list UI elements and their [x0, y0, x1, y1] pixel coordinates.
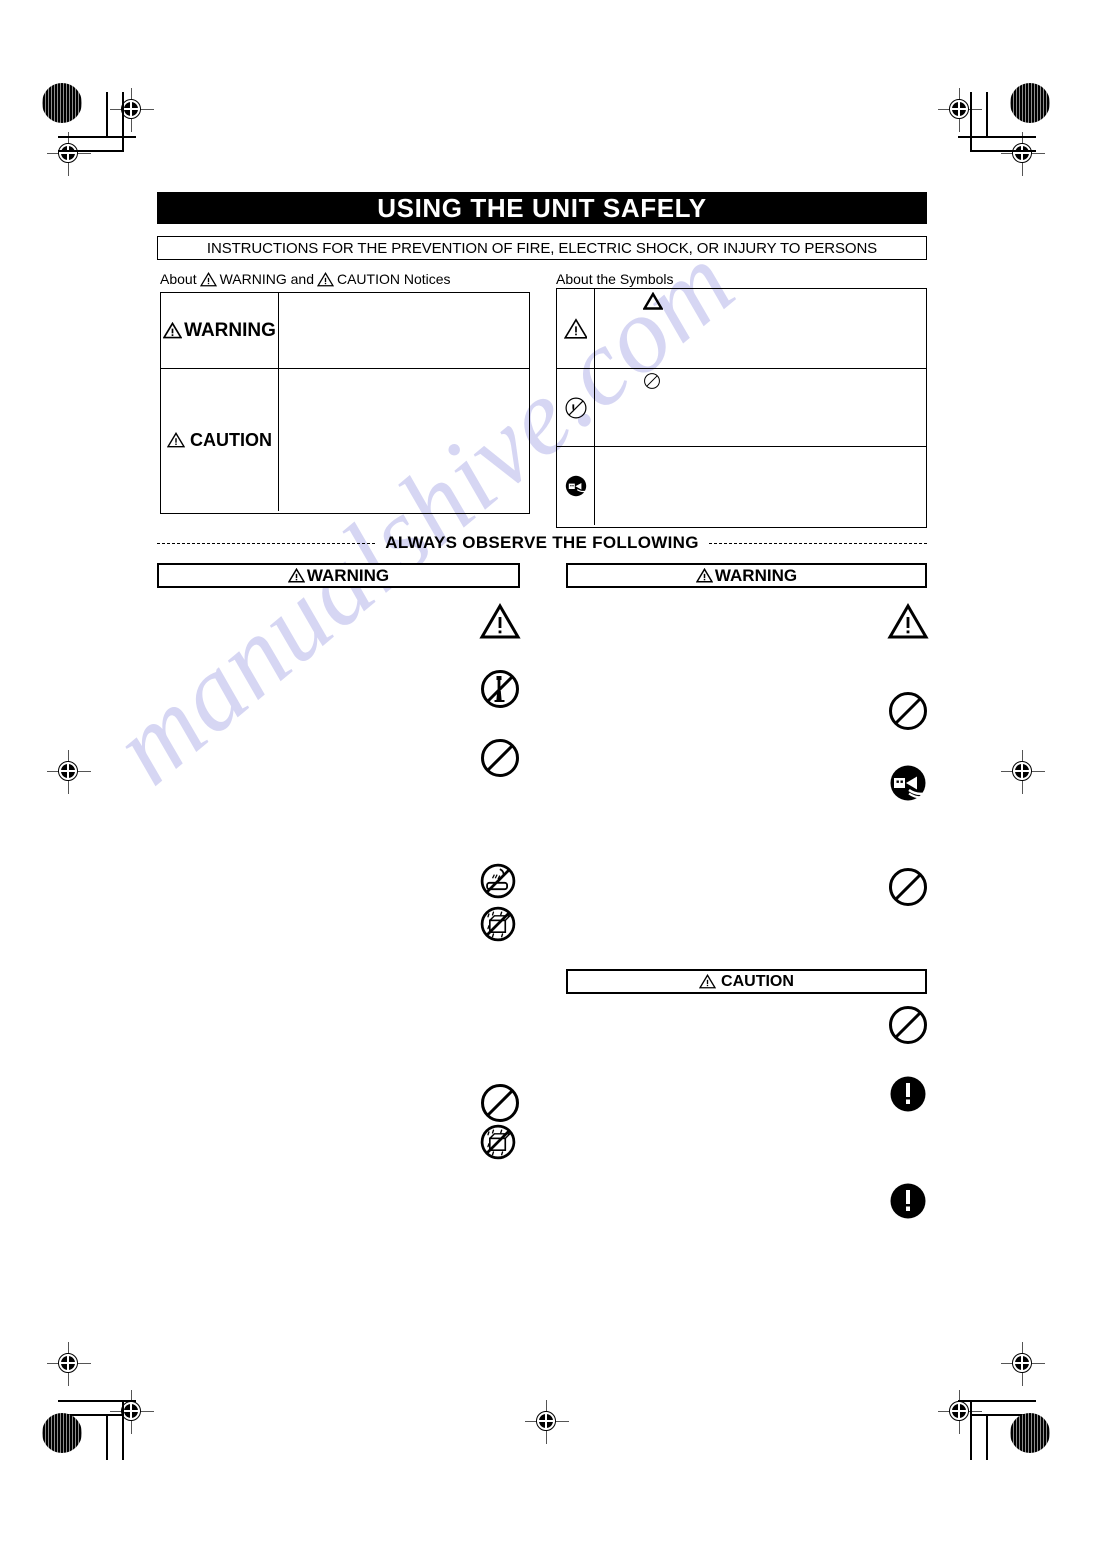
no-disassemble-icon [564, 396, 588, 420]
symbols-key-cell-prohibition [557, 369, 595, 446]
notices-caption: About WARNING and CAUTION Notices [160, 271, 451, 287]
registration-target-bottom-left-b [110, 1390, 154, 1434]
warning-triangle-icon [199, 271, 217, 287]
divider-dash-right [708, 542, 927, 544]
registration-target-top-left-a [110, 88, 154, 132]
no-bathroom-water-icon [478, 861, 518, 901]
notices-body-cell-caution [279, 369, 529, 511]
registration-target-middle-left [47, 750, 91, 794]
caution-label: CAUTION [167, 430, 272, 451]
warning-bar-right-label: WARNING [695, 565, 798, 586]
registration-target-bottom-right-b [938, 1390, 982, 1434]
warning-bar-right: WARNING [566, 563, 927, 588]
halftone-patch-top-left [42, 83, 82, 123]
registration-target-bottom-left-a [47, 1342, 91, 1386]
notices-label-cell-caution: CAUTION [161, 369, 279, 511]
prohibition-circle-icon [886, 689, 930, 733]
notices-caption-prefix: About [160, 271, 197, 287]
symbols-body-cell-attention [595, 289, 926, 368]
warning-bar-left-label: WARNING [287, 565, 390, 586]
warning-triangle-icon [287, 568, 305, 583]
no-disassemble-icon [478, 667, 522, 711]
caution-bar-right-text: CAUTION [721, 972, 794, 990]
symbols-body-cell-prohibition [595, 369, 926, 446]
mandatory-exclamation-icon [886, 1179, 930, 1223]
registration-target-top-left-b [47, 132, 91, 176]
notices-row-warning: WARNING [161, 293, 529, 369]
no-rain-wet-icon [478, 1122, 518, 1162]
attention-triangle-icon [478, 601, 522, 645]
notices-row-caution: CAUTION [161, 369, 529, 511]
caution-label-text: CAUTION [190, 429, 272, 450]
registration-target-top-right-b [1001, 132, 1045, 176]
symbols-key-cell-attention [557, 289, 595, 368]
symbols-key-cell-unplug [557, 447, 595, 525]
symbols-row-prohibition [557, 369, 926, 447]
notices-caption-suffix: CAUTION Notices [336, 271, 451, 287]
prohibition-circle-icon [478, 1081, 522, 1125]
attention-triangle-icon [563, 317, 588, 340]
notices-table: WARNING CAUTION [160, 292, 530, 514]
unplug-power-cord-icon [886, 761, 930, 805]
symbols-caption: About the Symbols [556, 271, 674, 287]
caution-bar-right: CAUTION [566, 969, 927, 994]
page-canvas: manualshive.com USING THE UNIT SAFELY IN… [0, 0, 1094, 1548]
plain-triangle-icon [642, 291, 664, 310]
symbols-body-cell-unplug [595, 447, 926, 525]
warning-bar-left-text: WARNING [306, 565, 390, 585]
registration-target-top-right-a [938, 88, 982, 132]
notices-body-cell-warning [279, 293, 529, 368]
registration-target-bottom-center [525, 1400, 569, 1444]
symbols-row-attention [557, 289, 926, 369]
registration-target-bottom-right-a [1001, 1342, 1045, 1386]
halftone-patch-bottom-right [1010, 1413, 1050, 1453]
prohibition-circle-icon [478, 736, 522, 780]
prohibition-circle-icon [886, 1003, 930, 1047]
caution-triangle-icon [167, 432, 185, 448]
caution-triangle-icon [699, 974, 717, 989]
registration-target-middle-right [1001, 750, 1045, 794]
always-observe-divider: ALWAYS OBSERVE THE FOLLOWING [157, 533, 927, 552]
attention-triangle-icon [886, 601, 930, 645]
no-rain-wet-icon [478, 904, 518, 944]
halftone-patch-bottom-left [42, 1413, 82, 1453]
notices-label-cell-warning: WARNING [161, 293, 279, 368]
symbols-table [556, 288, 927, 528]
notices-caption-mid: WARNING and [219, 271, 314, 287]
warning-triangle-icon [163, 322, 183, 339]
warning-triangle-icon [695, 568, 713, 583]
divider-label: ALWAYS OBSERVE THE FOLLOWING [385, 533, 699, 552]
divider-dash-left [157, 542, 376, 544]
prohibition-circle-icon [643, 372, 661, 390]
caution-triangle-icon [316, 271, 334, 287]
warning-bar-right-text: WARNING [714, 565, 798, 585]
mandatory-exclamation-icon [886, 1072, 930, 1116]
unplug-power-cord-icon [564, 474, 588, 498]
symbols-caption-text: About the Symbols [556, 271, 674, 287]
prohibition-circle-icon [886, 865, 930, 909]
caution-bar-right-label: CAUTION [699, 973, 794, 991]
warning-bar-left: WARNING [157, 563, 520, 588]
page-title: USING THE UNIT SAFELY [157, 192, 927, 224]
symbols-row-unplug [557, 447, 926, 525]
warning-label: WARNING [163, 320, 276, 342]
warning-label-text: WARNING [184, 319, 276, 341]
halftone-patch-top-right [1010, 83, 1050, 123]
instructions-subtitle: INSTRUCTIONS FOR THE PREVENTION OF FIRE,… [157, 236, 927, 260]
